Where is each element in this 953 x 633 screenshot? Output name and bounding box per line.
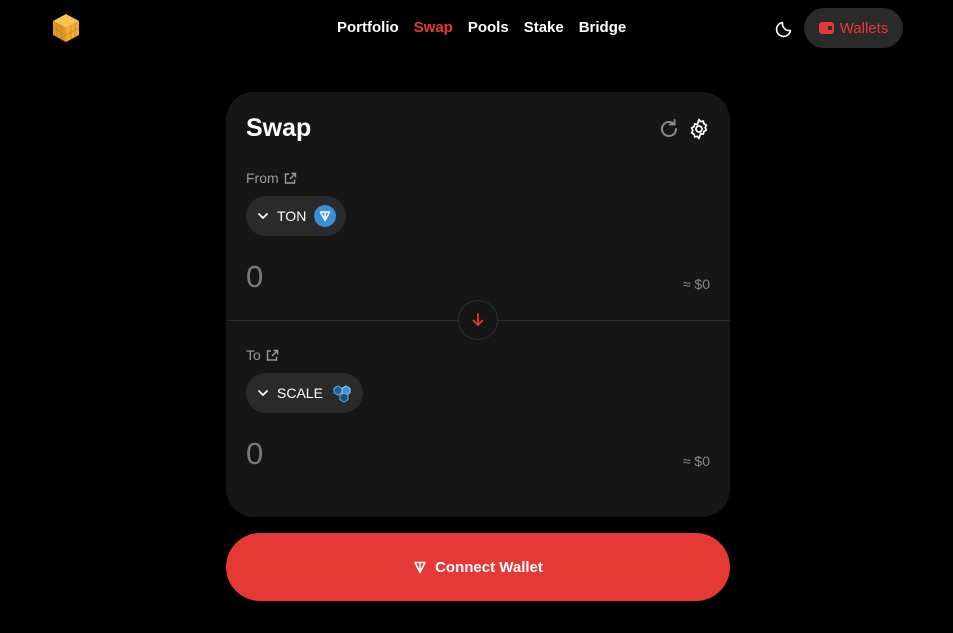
swap-card: Swap From TON 0 ≈ $0 To SCALE 0 ≈ $0 bbox=[226, 92, 730, 517]
from-amount-input[interactable]: 0 bbox=[246, 259, 263, 295]
nav-portfolio[interactable]: Portfolio bbox=[337, 19, 399, 37]
to-amount-input[interactable]: 0 bbox=[246, 436, 263, 472]
nav-bridge[interactable]: Bridge bbox=[579, 19, 627, 37]
external-link-icon[interactable] bbox=[266, 349, 279, 362]
card-title: Swap bbox=[246, 114, 312, 142]
nav-stake[interactable]: Stake bbox=[524, 19, 564, 37]
from-token-selector[interactable]: TON bbox=[246, 196, 347, 236]
refresh-icon[interactable] bbox=[658, 118, 680, 140]
cube-logo-icon[interactable] bbox=[52, 13, 80, 43]
nav-pools[interactable]: Pools bbox=[468, 19, 509, 37]
nav-swap[interactable]: Swap bbox=[414, 19, 453, 37]
arrow-down-icon bbox=[472, 313, 484, 326]
from-label-row: From bbox=[246, 170, 297, 186]
from-token-name: TON bbox=[277, 208, 307, 224]
external-link-icon[interactable] bbox=[284, 172, 297, 185]
gear-icon[interactable] bbox=[687, 117, 711, 141]
main-nav: Portfolio Swap Pools Stake Bridge bbox=[337, 19, 626, 37]
ton-token-icon bbox=[314, 205, 337, 227]
wallets-label: Wallets bbox=[839, 19, 889, 37]
swap-direction-button[interactable] bbox=[458, 300, 498, 340]
wallets-button[interactable]: Wallets bbox=[804, 8, 903, 48]
to-token-selector[interactable]: SCALE bbox=[246, 373, 363, 413]
to-label: To bbox=[246, 347, 261, 363]
to-usd-value: ≈ $0 bbox=[682, 453, 710, 469]
wallet-icon bbox=[818, 22, 834, 34]
connect-wallet-button[interactable]: Connect Wallet bbox=[226, 533, 730, 601]
from-usd-value: ≈ $0 bbox=[682, 276, 710, 292]
to-token-name: SCALE bbox=[277, 385, 323, 401]
chevron-down-icon bbox=[258, 213, 268, 219]
connect-wallet-label: Connect Wallet bbox=[435, 558, 543, 576]
to-label-row: To bbox=[246, 347, 279, 363]
scale-token-icon bbox=[333, 385, 351, 403]
ton-logo-icon bbox=[414, 561, 426, 574]
chevron-down-icon bbox=[258, 390, 268, 396]
from-label: From bbox=[246, 170, 279, 186]
moon-icon[interactable] bbox=[775, 18, 795, 38]
page: Portfolio Swap Pools Stake Bridge Wallet… bbox=[0, 0, 953, 633]
